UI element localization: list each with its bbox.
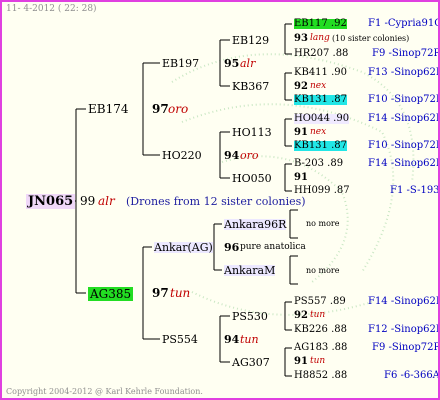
- gen2-ss-id[interactable]: EB197: [162, 58, 199, 69]
- root-drone-note: (Drones from 12 sister colonies): [126, 195, 306, 208]
- gen4-6-id[interactable]: HO044 .90: [294, 114, 350, 124]
- gen4-8-id[interactable]: KB131 .87: [294, 141, 347, 151]
- gen2-ss-race: alr: [240, 57, 256, 70]
- gen4-3-id[interactable]: KB411 .90: [294, 68, 347, 78]
- gen4-15-source: F9 -Sinop72R: [372, 342, 440, 353]
- gen3-1-id[interactable]: KB367: [232, 81, 269, 92]
- gen1-dam-year: 97: [152, 286, 169, 300]
- gen1-sire-year: 97: [152, 102, 169, 116]
- gen2-dd-year: 94: [224, 333, 240, 346]
- gen1-sire-id[interactable]: EB174: [88, 103, 128, 115]
- gen4-1-note: (10 sister colonies): [332, 34, 410, 43]
- gen2-ss-year: 95: [224, 57, 240, 70]
- gen4-10-year: 91: [294, 172, 308, 183]
- gen4-11-source: F1 -S-193: [390, 185, 440, 196]
- gen4-14-source: F12 -Sinop62R: [368, 324, 440, 335]
- gen4-13-race: tun: [310, 310, 326, 320]
- gen2-sd-year: 94: [224, 149, 240, 162]
- gen4-15-id[interactable]: AG183 .88: [294, 343, 347, 353]
- gen4-12-source: F14 -Sinop62R: [368, 296, 440, 307]
- gen2-ds-race: pure anatolica: [240, 242, 306, 252]
- gen4-1-year: 93: [294, 33, 308, 44]
- gen2-dd-id[interactable]: PS554: [162, 334, 198, 345]
- gen3-5-id[interactable]: AnkaraM: [224, 265, 276, 276]
- gen4-4-year: 92: [294, 81, 308, 92]
- gen2-ds-year: 96: [224, 241, 240, 254]
- no-more-label: no more: [306, 266, 340, 275]
- gen2-ds-id[interactable]: Ankar(AG): [154, 242, 213, 253]
- gen4-2-id[interactable]: HR207 .88: [294, 49, 348, 59]
- gen4-9-source: F14 -Sinop62R: [368, 158, 440, 169]
- gen4-4-race: nex: [310, 81, 327, 91]
- gen4-9-id[interactable]: B-203 .89: [294, 159, 343, 169]
- gen4-17-id[interactable]: H8852 .88: [294, 371, 347, 381]
- root-race: alr: [98, 194, 115, 208]
- gen4-3-source: F13 -Sinop62R: [368, 67, 440, 78]
- gen4-7-year: 91: [294, 127, 308, 138]
- date-stamp: 11- 4-2012 ( 22: 28): [6, 4, 97, 14]
- gen2-dd-race: tun: [240, 333, 259, 346]
- gen3-3-id[interactable]: HO050: [232, 173, 272, 184]
- gen4-13-year: 92: [294, 310, 308, 321]
- gen1-dam-race: tun: [170, 286, 191, 300]
- gen4-0-source: F1 -Cypria91Q: [368, 18, 440, 29]
- gen2-sd-race: oro: [240, 149, 259, 162]
- gen3-4-id[interactable]: Ankara96R: [224, 219, 287, 230]
- gen4-17-source: F6 -6-366A: [384, 370, 440, 381]
- root-queen-id[interactable]: JN065: [26, 194, 76, 209]
- gen4-5-id[interactable]: KB131 .87: [294, 95, 347, 105]
- gen4-1-race: lang: [310, 33, 330, 43]
- gen4-7-race: nex: [310, 127, 327, 137]
- gen4-8-source: F10 -Sinop72R: [368, 140, 440, 151]
- gen4-11-id[interactable]: HH099 .87: [294, 186, 350, 196]
- gen1-sire-race: oro: [168, 102, 189, 116]
- gen4-0-id[interactable]: EB117 .92: [294, 19, 347, 29]
- gen4-16-race: tun: [310, 356, 326, 366]
- pedigree-frame: { "header":{"date":"11- 4-2012 ( 22: 28)…: [0, 0, 440, 400]
- gen3-0-id[interactable]: EB129: [232, 35, 269, 46]
- root-year: 99: [80, 194, 96, 208]
- gen4-2-source: F9 -Sinop72R: [372, 48, 440, 59]
- gen3-6-id[interactable]: PS530: [232, 311, 268, 322]
- gen3-2-id[interactable]: HO113: [232, 127, 272, 138]
- no-more-label: no more: [306, 219, 340, 228]
- gen4-16-year: 91: [294, 356, 308, 367]
- gen4-12-id[interactable]: PS557 .89: [294, 297, 346, 307]
- gen1-dam-id[interactable]: AG385: [88, 287, 134, 301]
- gen3-7-id[interactable]: AG307: [232, 357, 270, 368]
- gen4-5-source: F10 -Sinop72R: [368, 94, 440, 105]
- gen4-14-id[interactable]: KB226 .88: [294, 325, 347, 335]
- gen2-sd-id[interactable]: HO220: [162, 150, 202, 161]
- gen4-6-source: F14 -Sinop62R: [368, 113, 440, 124]
- copyright: Copyright 2004-2012 @ Karl Kehrle Founda…: [6, 387, 203, 396]
